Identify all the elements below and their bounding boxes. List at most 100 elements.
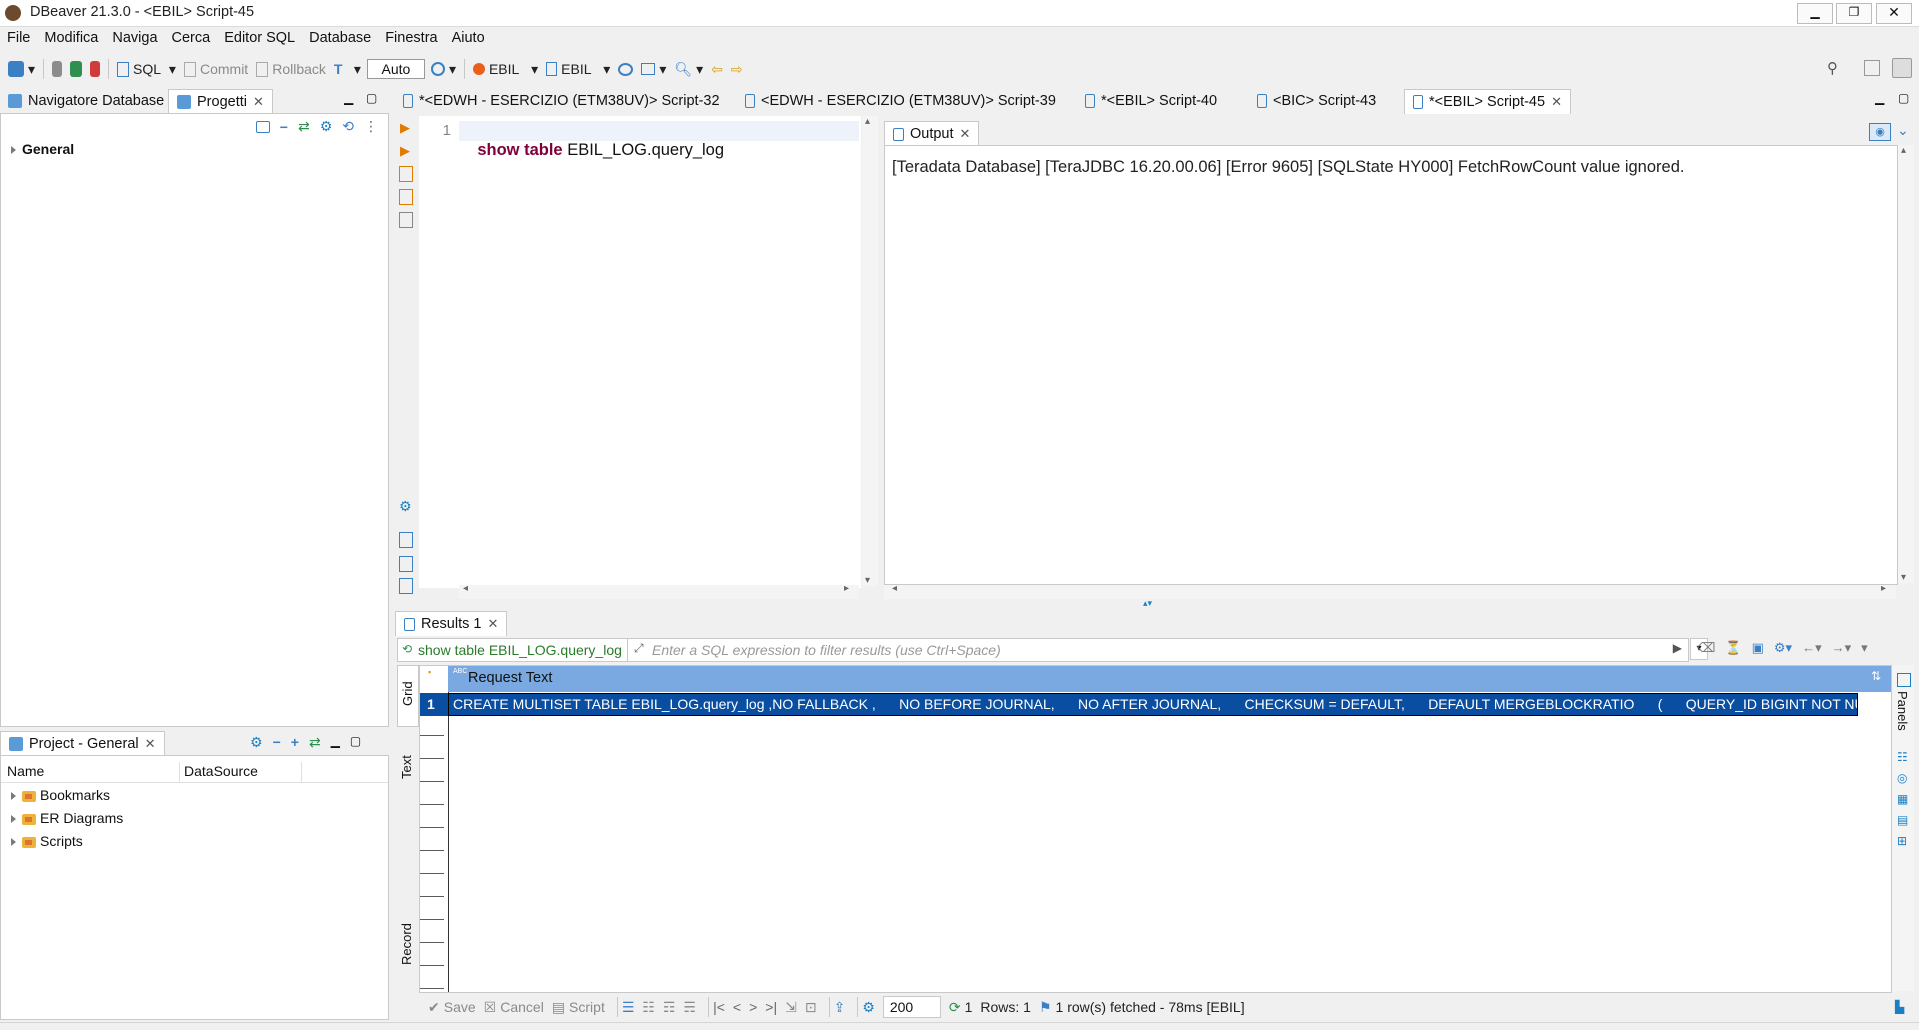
filter-input[interactable]: ⤢ Enter a SQL expression to filter resul… (627, 638, 1689, 662)
cell-request-text[interactable]: CREATE MULTISET TABLE EBIL_LOG.query_log… (448, 693, 1858, 716)
sash-toggle-icon[interactable]: ▴▾ (1143, 598, 1152, 609)
tab-record[interactable]: Record (397, 915, 417, 985)
collapse-all-icon[interactable]: − (280, 119, 288, 135)
invalidate-button[interactable] (66, 56, 86, 82)
fetch-all-button[interactable]: ⊡ (805, 999, 817, 1016)
menu-file[interactable]: File (0, 30, 37, 46)
tab-navigatore-database[interactable]: Navigatore Database (0, 89, 172, 113)
table-row[interactable]: 1 CREATE MULTISET TABLE EBIL_LOG.query_l… (420, 693, 1891, 716)
execute-statement-icon[interactable]: ▶ (400, 120, 410, 136)
fetch-more-button[interactable]: ⇲ (785, 999, 797, 1016)
explain-plan-icon[interactable] (399, 212, 413, 228)
aggregate-icon[interactable]: ▦ (1897, 792, 1908, 806)
erase-filter-icon[interactable]: ⌫ (1697, 640, 1715, 656)
close-icon[interactable]: ✕ (960, 126, 971, 142)
close-icon[interactable]: ✕ (487, 616, 498, 632)
close-icon[interactable]: ✕ (1551, 94, 1562, 110)
sort-icon[interactable]: ⇅ (1871, 669, 1881, 683)
tab-output[interactable]: Output ✕ (884, 121, 980, 146)
next-page-button[interactable]: > (749, 999, 757, 1015)
execute-statement-new-tab-icon[interactable]: ▶ (400, 143, 410, 159)
connect-button[interactable] (48, 56, 66, 82)
gear-icon[interactable]: ⚙ (399, 498, 412, 515)
dashboard-button[interactable] (614, 56, 637, 82)
view-menu-icon[interactable]: ▾ (1861, 640, 1868, 656)
menu-naviga[interactable]: Naviga (105, 30, 164, 46)
refresh-link-icon[interactable]: ⟲ (342, 118, 354, 135)
output-vscrollbar[interactable]: ▴ ▾ (1898, 145, 1914, 583)
open-perspective-icon[interactable] (1864, 60, 1880, 76)
menu-editor-sql[interactable]: Editor SQL (217, 30, 302, 46)
show-results-icon[interactable] (399, 532, 413, 548)
execute-script-new-tab-icon[interactable] (399, 189, 413, 205)
tab-grid[interactable]: Grid (397, 665, 419, 727)
close-window-button[interactable]: ✕ (1876, 3, 1912, 24)
save-button[interactable]: ✔ Save (428, 999, 476, 1016)
tab-script-43[interactable]: <BIC> Script-43 (1249, 89, 1384, 113)
script-button[interactable]: ▤ Script (552, 999, 605, 1016)
panels-toggle-icon[interactable] (1897, 673, 1911, 687)
tab-script-39[interactable]: <EDWH - ESERCIZIO (ETM38UV)> Script-39 (737, 89, 1064, 113)
close-icon[interactable]: ✕ (253, 94, 264, 110)
collapse-all-icon[interactable]: − (273, 734, 281, 751)
schema-selector[interactable]: EBIL ▾ (542, 56, 614, 82)
sql-editor[interactable]: 1 show table EBIL_LOG.query_log ◂ ▸ (419, 116, 861, 599)
tab-text[interactable]: Text (397, 741, 417, 801)
panel-corner-icon[interactable]: ▙ (1895, 1000, 1904, 1014)
column-header-request-text[interactable]: Request Text (468, 670, 552, 686)
menu-database[interactable]: Database (302, 30, 378, 46)
maximize-editor-icon[interactable]: ▢ (1898, 91, 1909, 105)
value-viewer-icon[interactable]: ☷ (1897, 750, 1908, 764)
save-filter-icon[interactable]: ▣ (1752, 640, 1764, 656)
tab-script-45[interactable]: *<EBIL> Script-45 ✕ (1404, 89, 1571, 114)
prev-page-button[interactable]: < (733, 999, 741, 1015)
chevron-down-icon[interactable]: ⌄ (1897, 122, 1909, 139)
datasource-selector[interactable]: EBIL ▾ (469, 56, 542, 82)
grid-vscrollbar[interactable]: Panels ☷ ◎ ▦ ▤ ⊞ (1892, 665, 1914, 991)
close-icon[interactable]: ✕ (145, 736, 156, 752)
panels-label[interactable]: Panels (1895, 691, 1910, 731)
tab-script-32[interactable]: *<EDWH - ESERCIZIO (ETM38UV)> Script-32 (395, 89, 728, 113)
new-project-icon[interactable] (255, 120, 270, 133)
tab-script-40[interactable]: *<EBIL> Script-40 (1077, 89, 1225, 113)
nav-back-button[interactable]: ⇦ (707, 56, 727, 82)
back-icon[interactable]: ←▾ (1802, 640, 1822, 656)
gear-icon[interactable]: ⚙ (250, 734, 263, 751)
history-button[interactable]: ▾ (427, 56, 460, 82)
view-menu-icon[interactable]: ⋮ (364, 118, 378, 135)
add-row-button[interactable]: ☷ (642, 999, 655, 1016)
filter-settings-icon[interactable]: ⚙▾ (1774, 640, 1792, 656)
menu-modifica[interactable]: Modifica (37, 30, 105, 46)
tab-progetti[interactable]: Progetti ✕ (168, 89, 273, 114)
export-data-button[interactable]: ⇪ (834, 999, 846, 1016)
expand-icon[interactable] (11, 146, 16, 155)
maximize-results-icon[interactable] (399, 578, 413, 594)
dbeaver-perspective-icon[interactable] (1892, 58, 1912, 78)
transaction-mode-field[interactable]: Auto (366, 59, 425, 79)
copy-row-button[interactable]: ☶ (663, 999, 676, 1016)
menu-cerca[interactable]: Cerca (165, 30, 218, 46)
transaction-mode-button[interactable]: T ▾ (330, 56, 365, 82)
sql-text[interactable]: show table EBIL_LOG.query_log (459, 122, 724, 179)
export-icon[interactable] (399, 556, 413, 572)
maximize-view-icon[interactable]: ▢ (366, 91, 377, 105)
expand-icon[interactable] (11, 838, 16, 847)
delete-row-button[interactable]: ☴ (684, 999, 697, 1016)
maximize-view-icon[interactable]: ▢ (350, 734, 361, 751)
editor-vscrollbar[interactable]: ▴ ▾ (862, 116, 878, 586)
expand-filter-icon[interactable]: ⤢ (634, 641, 644, 656)
cancel-button[interactable]: ☒ Cancel (484, 999, 544, 1016)
link-editor-icon[interactable]: ⇄ (298, 118, 310, 135)
commit-button[interactable]: Commit (180, 56, 252, 82)
tree-item-bookmarks[interactable]: Bookmarks (7, 786, 110, 805)
search-toolbar-button[interactable]: 🔍︎ ▾ (670, 56, 707, 82)
nav-forward-button[interactable]: ⇨ (727, 56, 747, 82)
tree-item-er-diagrams[interactable]: ER Diagrams (7, 809, 123, 828)
minimize-button[interactable]: ▁ (1797, 3, 1833, 24)
column-datasource[interactable]: DataSource (184, 763, 258, 779)
minimize-view-icon[interactable]: ▁ (344, 91, 353, 105)
fetch-size-input[interactable]: 200 (882, 996, 941, 1018)
apply-filter-icon[interactable]: ▶ (1673, 641, 1682, 655)
refresh-button[interactable]: ⟳ 1 (949, 999, 973, 1016)
rollback-button[interactable]: Rollback (252, 56, 330, 82)
